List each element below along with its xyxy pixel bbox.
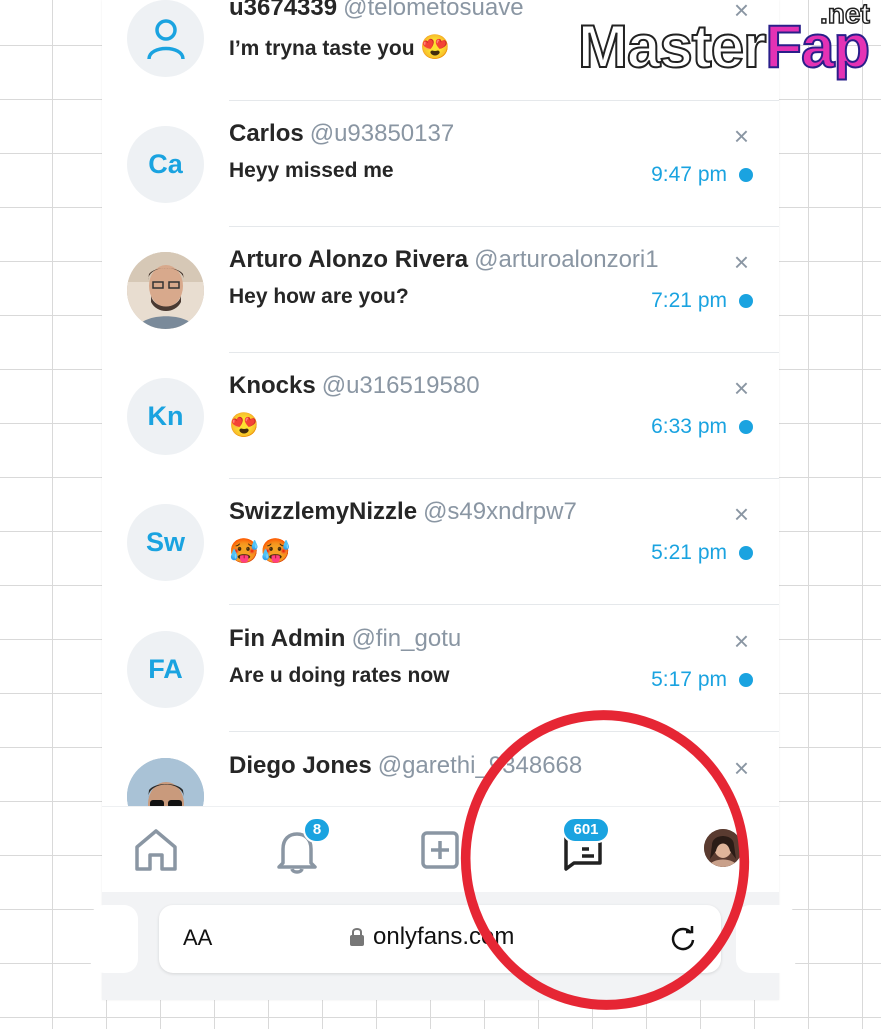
last-message: I’m tryna taste you 😍 <box>229 33 629 62</box>
home-icon[interactable] <box>131 825 181 875</box>
avatar[interactable] <box>704 829 742 867</box>
profile-photo <box>127 758 204 806</box>
contact-handle: @fin_gotu <box>351 625 462 652</box>
message-text: Heyy missed me <box>229 159 394 182</box>
unread-dot <box>739 546 753 560</box>
profile-avatar[interactable] <box>704 829 742 867</box>
avatar[interactable] <box>127 758 204 806</box>
last-message: 😍 <box>229 411 629 440</box>
message-time: 5:21 pm <box>651 541 727 564</box>
plus-square-icon[interactable] <box>415 825 465 875</box>
contact-name: Diego Jones <box>229 752 372 779</box>
close-icon[interactable]: × <box>734 123 749 149</box>
watermark-logo: MasterFap .net <box>577 0 881 82</box>
address-bar[interactable]: AA onlyfans.com <box>159 905 721 973</box>
unread-dot <box>739 168 753 182</box>
message-text: Are u doing rates now <box>229 664 450 687</box>
contact-handle: @garethi_9348668 <box>377 752 583 779</box>
browser-bar: AA onlyfans.com <box>90 892 796 1000</box>
chat-name-line: Carlos @u93850137 <box>229 120 709 148</box>
chat-row[interactable]: Ca Carlos @u93850137 Heyy missed me × 9:4… <box>102 101 779 227</box>
chat-name-line: SwizzlemyNizzle @s49xndrpw7 <box>229 498 709 526</box>
chat-row[interactable]: Kn Knocks @u316519580 😍 × 6:33 pm <box>102 353 779 479</box>
contact-handle: @u316519580 <box>321 372 480 399</box>
bottom-nav: 8 601 <box>102 806 779 893</box>
unread-dot <box>739 673 753 687</box>
message-time: 6:33 pm <box>651 415 727 438</box>
avatar[interactable]: Kn <box>127 378 204 455</box>
messages-badge: 601 <box>562 817 610 843</box>
message-time: 5:17 pm <box>651 668 727 691</box>
chat-name-line: Fin Admin @fin_gotu <box>229 625 709 653</box>
message-time: 7:21 pm <box>651 289 727 312</box>
close-icon[interactable]: × <box>734 628 749 654</box>
contact-name: Fin Admin <box>229 625 346 652</box>
next-tab[interactable] <box>736 905 796 973</box>
close-icon[interactable]: × <box>734 755 749 781</box>
last-message: 🥵🥵 <box>229 537 629 566</box>
message-text: Hey how are you? <box>229 285 409 308</box>
nav-messages[interactable]: 601 <box>558 817 610 875</box>
message-emoji: 😍 <box>420 34 453 61</box>
contact-name: Arturo Alonzo Rivera <box>229 246 469 273</box>
nav-notifications[interactable]: 8 <box>272 817 331 875</box>
divider <box>229 731 779 732</box>
avatar[interactable] <box>127 0 204 77</box>
chat-row[interactable]: Sw SwizzlemyNizzle @s49xndrpw7 🥵🥵 × 5:21 … <box>102 479 779 605</box>
chat-row[interactable]: FA Fin Admin @fin_gotu Are u doing rates … <box>102 606 779 732</box>
avatar[interactable]: Ca <box>127 126 204 203</box>
chat-list[interactable]: u3674339 @telometosuave I’m tryna taste y… <box>102 0 779 806</box>
close-icon[interactable]: × <box>734 375 749 401</box>
user-icon <box>146 18 185 59</box>
message-text: I’m tryna taste you <box>229 37 415 60</box>
last-message: Are u doing rates now <box>229 664 629 688</box>
avatar[interactable] <box>127 252 204 329</box>
close-icon[interactable]: × <box>734 249 749 275</box>
message-emoji: 😍 <box>229 412 261 439</box>
lock-icon <box>350 928 364 946</box>
notifications-badge: 8 <box>303 817 331 843</box>
avatar[interactable]: Sw <box>127 504 204 581</box>
chat-name-line: Arturo Alonzo Rivera @arturoalonzori1 <box>229 246 709 274</box>
contact-name: u3674339 <box>229 0 338 21</box>
contact-handle: @telometosuave <box>343 0 524 21</box>
contact-handle: @s49xndrpw7 <box>423 498 577 525</box>
url-text[interactable]: onlyfans.com <box>373 923 514 951</box>
close-icon[interactable]: × <box>734 501 749 527</box>
nav-home[interactable] <box>131 825 181 875</box>
divider <box>229 604 779 605</box>
chat-name-line: Diego Jones @garethi_9348668 <box>229 752 709 780</box>
unread-dot <box>739 420 753 434</box>
message-emoji: 🥵🥵 <box>229 538 293 565</box>
chat-name-line: Knocks @u316519580 <box>229 372 709 400</box>
chat-row[interactable]: Diego Jones @garethi_9348668 × <box>102 733 779 806</box>
contact-name: Knocks <box>229 372 316 399</box>
text-size-button[interactable]: AA <box>183 925 212 951</box>
prev-tab[interactable] <box>90 905 138 973</box>
watermark-master: Master <box>577 12 767 81</box>
unread-dot <box>739 294 753 308</box>
profile-photo <box>127 252 204 329</box>
watermark-net: .net <box>819 0 870 30</box>
contact-handle: @arturoalonzori1 <box>474 246 659 273</box>
contact-handle: @u93850137 <box>309 120 455 147</box>
avatar[interactable]: FA <box>127 631 204 708</box>
phone-screen: u3674339 @telometosuave I’m tryna taste y… <box>90 0 796 1000</box>
message-time: 9:47 pm <box>651 163 727 186</box>
reload-icon[interactable] <box>667 922 699 954</box>
nav-add[interactable] <box>415 825 465 875</box>
contact-name: SwizzlemyNizzle <box>229 498 418 525</box>
chat-row[interactable]: Arturo Alonzo Rivera @arturoalonzori1 Hey… <box>102 227 779 353</box>
contact-name: Carlos <box>229 120 304 147</box>
last-message: Heyy missed me <box>229 159 629 183</box>
last-message: Hey how are you? <box>229 285 629 309</box>
